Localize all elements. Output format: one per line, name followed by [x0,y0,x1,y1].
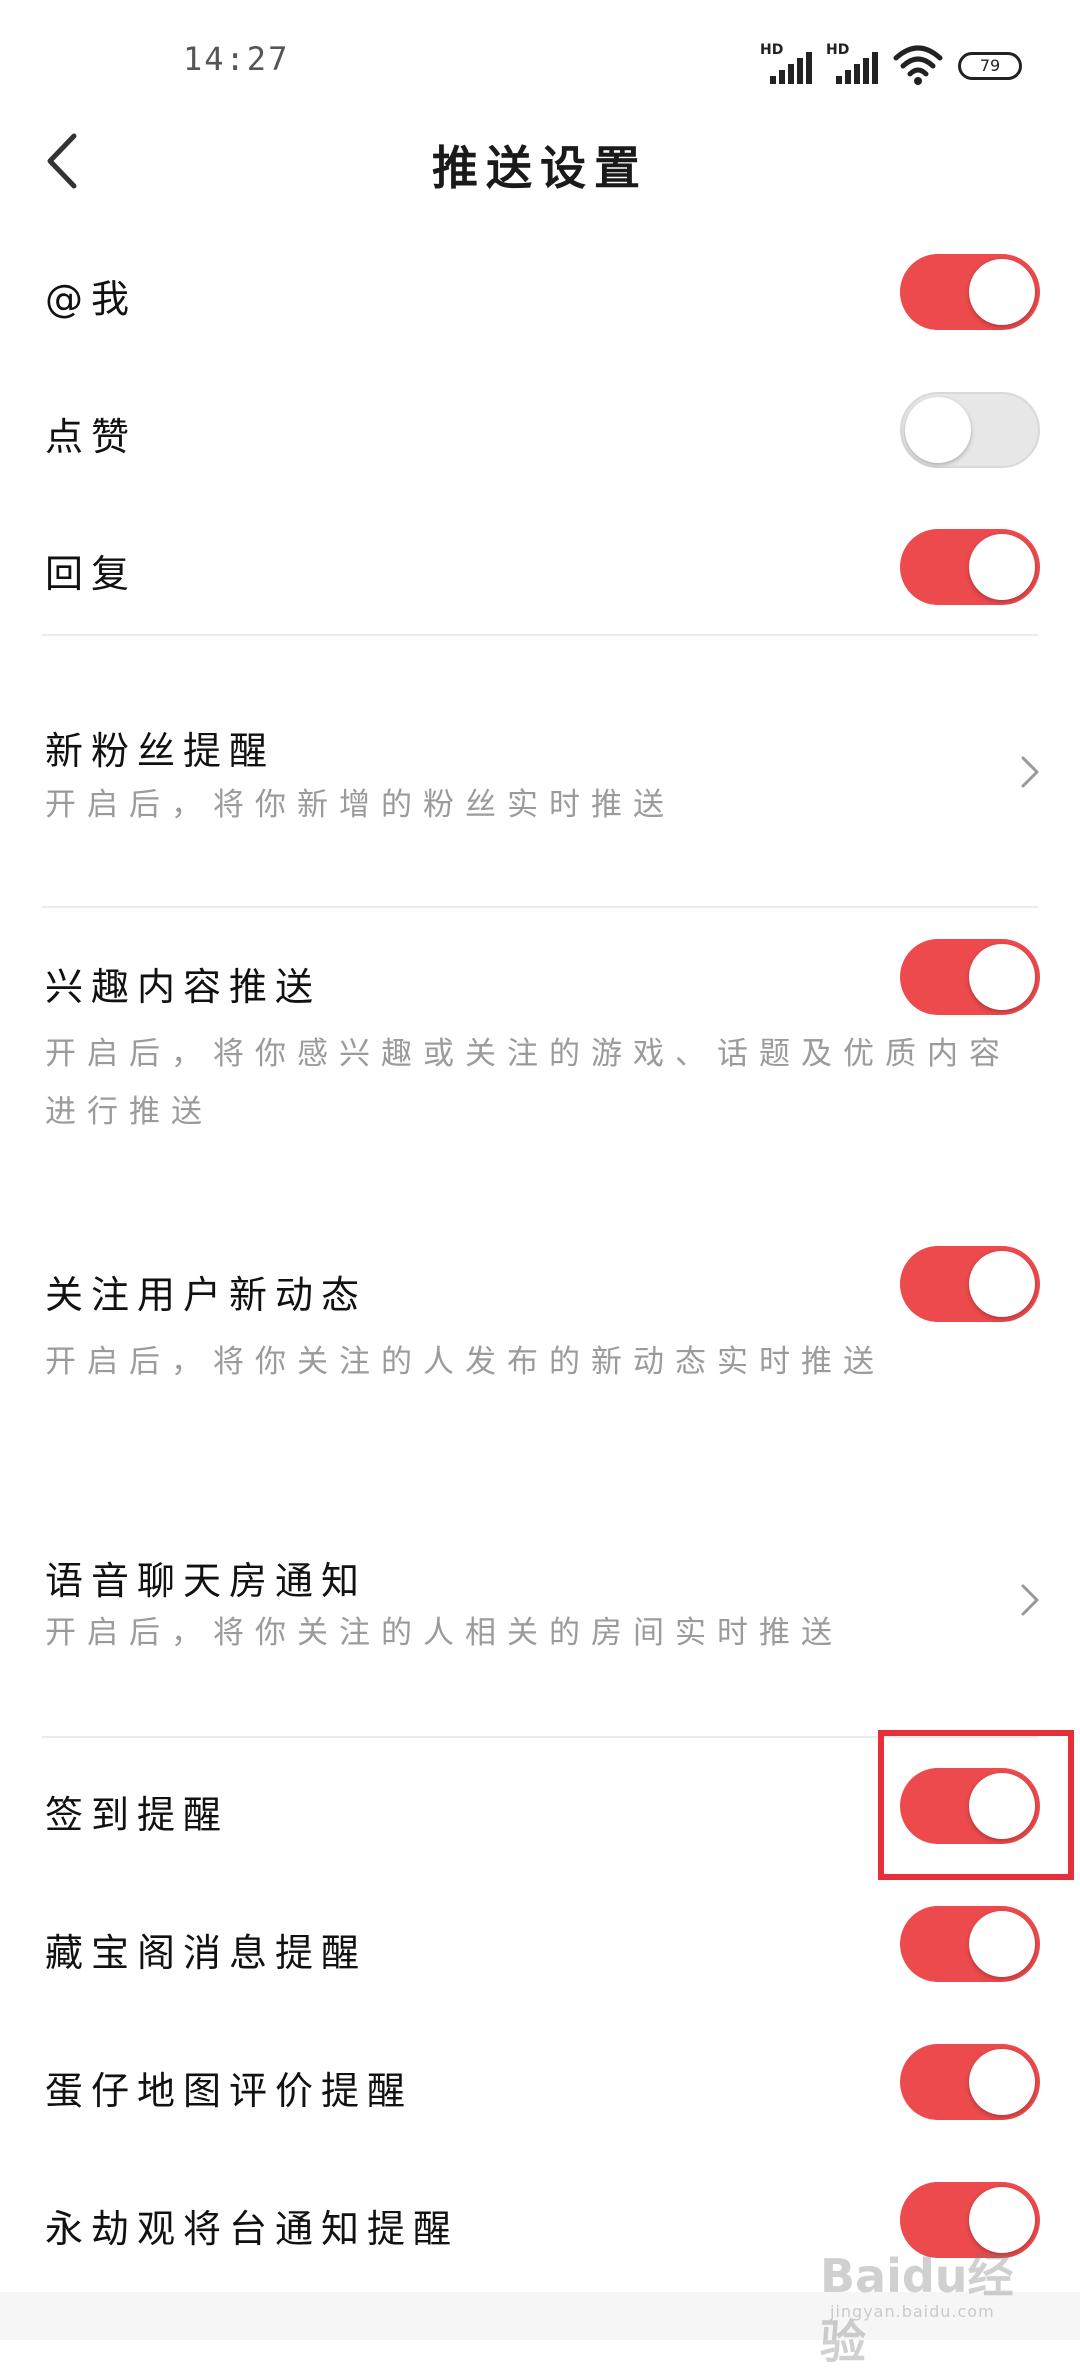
toggle-knob [969,534,1035,600]
cellular-signal-icon: HD [760,42,812,86]
chevron-right-icon [1021,1584,1039,1616]
toggle-knob [905,397,971,463]
toggle-knob [969,1911,1035,1977]
new-fans-desc: 开启后，将你新增的粉丝实时推送 [45,787,675,823]
voice-room-desc: 开启后，将你关注的人相关的房间实时推送 [45,1615,843,1651]
divider [42,634,1038,636]
watermark: Baidu经验 jingyan.baidu.com [820,2240,1040,2369]
like-label: 点赞 [45,415,138,459]
toggle-knob [969,2049,1035,2115]
watermark-sub: jingyan.baidu.com [830,2302,995,2321]
interest-desc: 开启后，将你感兴趣或关注的游戏、话题及优质内容进行推送 [45,1036,1011,1130]
checkin-label: 签到提醒 [45,1793,230,1837]
yongjie-label: 永劫观将台通知提醒 [45,2207,460,2251]
follow-updates-desc: 开启后，将你关注的人发布的新动态实时推送 [45,1344,885,1380]
page-title: 推送设置 [432,141,648,195]
reply-toggle[interactable] [900,529,1040,605]
voice-room-row[interactable]: 语音聊天房通知 开启后，将你关注的人相关的房间实时推送 [0,1530,1080,1700]
mention-toggle[interactable] [900,254,1040,330]
voice-room-label: 语音聊天房通知 [45,1559,368,1603]
chevron-right-icon [1021,756,1039,788]
follow-updates-toggle[interactable] [900,1246,1040,1322]
highlight-box [878,1730,1074,1880]
status-time: 14:27 [183,40,290,78]
title-bar: 推送设置 [0,110,1080,210]
status-bar: 14:27 HD HD 79 [0,0,1080,120]
like-toggle[interactable] [900,392,1040,468]
wifi-icon [893,45,943,85]
new-fans-row[interactable]: 新粉丝提醒 开启后，将你新增的粉丝实时推送 [0,690,1080,890]
new-fans-label: 新粉丝提醒 [45,729,276,773]
reply-label: 回复 [45,552,138,596]
toggle-knob [969,944,1035,1010]
mention-label: @我 [45,277,138,321]
divider [42,906,1038,908]
interest-label: 兴趣内容推送 [45,965,322,1009]
map-review-label: 蛋仔地图评价提醒 [45,2069,414,2113]
toggle-knob [969,1251,1035,1317]
treasure-label: 藏宝阁消息提醒 [45,1931,368,1975]
status-icons: HD HD 79 [760,38,1022,86]
cellular-signal-icon-2: HD [826,42,878,86]
interest-toggle[interactable] [900,939,1040,1015]
follow-updates-label: 关注用户新动态 [45,1273,368,1317]
map-review-toggle[interactable] [900,2044,1040,2120]
battery-icon: 79 [958,52,1022,80]
toggle-knob [969,259,1035,325]
treasure-toggle[interactable] [900,1906,1040,1982]
